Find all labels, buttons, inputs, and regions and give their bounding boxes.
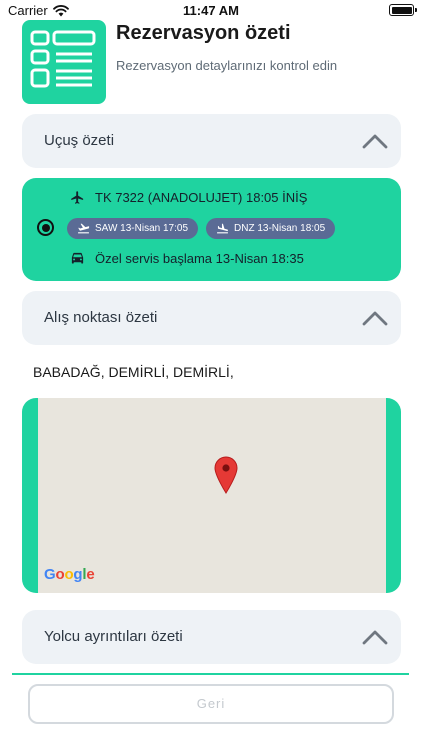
departure-chip-text: SAW 13-Nisan 17:05 xyxy=(95,223,189,234)
back-button[interactable]: Geri xyxy=(28,684,394,724)
map-frame: Google xyxy=(22,398,401,593)
shuttle-info-row: Özel servis başlama 13-Nisan 18:35 xyxy=(70,251,304,266)
flight-number-text: TK 7322 (ANADOLUJET) 18:05 İNİŞ xyxy=(95,190,308,205)
flight-info-row: TK 7322 (ANADOLUJET) 18:05 İNİŞ xyxy=(70,190,307,205)
takeoff-icon xyxy=(78,223,90,234)
arrival-chip-text: DNZ 13-Nisan 18:05 xyxy=(234,223,326,234)
chevron-up-icon[interactable] xyxy=(361,307,389,329)
flight-option-card[interactable]: TK 7322 (ANADOLUJET) 18:05 İNİŞ SAW 13-N… xyxy=(22,178,401,281)
flight-radio-selected[interactable] xyxy=(37,219,54,236)
google-logo: Google xyxy=(44,566,95,583)
pickup-summary-header[interactable]: Alış noktası özeti xyxy=(22,291,401,345)
document-list-icon xyxy=(22,20,106,104)
battery-icon xyxy=(389,4,417,16)
status-time: 11:47 AM xyxy=(183,3,239,18)
arrival-chip: DNZ 13-Nisan 18:05 xyxy=(206,218,336,239)
car-icon xyxy=(71,252,84,264)
airplane-icon xyxy=(71,191,84,204)
departure-chip: SAW 13-Nisan 17:05 xyxy=(67,218,199,239)
flight-summary-title: Uçuş özeti xyxy=(44,132,115,149)
page-subtitle: Rezervasyon detaylarınızı kontrol edin xyxy=(116,58,338,73)
chevron-up-icon[interactable] xyxy=(361,626,389,648)
page-title: Rezervasyon özeti xyxy=(116,22,291,44)
pickup-summary-title: Alış noktası özeti xyxy=(44,309,158,326)
passenger-summary-header[interactable]: Yolcu ayrıntıları özeti xyxy=(22,610,401,664)
pickup-address: BABADAĞ, DEMİRLİ, DEMİRLİ, xyxy=(33,364,234,380)
map-view[interactable]: Google xyxy=(38,398,386,593)
landing-icon xyxy=(217,223,228,234)
passenger-summary-title: Yolcu ayrıntıları özeti xyxy=(44,628,183,645)
footer-divider xyxy=(12,673,409,675)
chevron-up-icon[interactable] xyxy=(361,130,389,152)
status-bar: Carrier 11:47 AM xyxy=(0,0,422,22)
shuttle-start-text: Özel servis başlama 13-Nisan 18:35 xyxy=(95,251,304,266)
location-pin-icon[interactable] xyxy=(214,456,238,494)
flight-summary-header[interactable]: Uçuş özeti xyxy=(22,114,401,168)
